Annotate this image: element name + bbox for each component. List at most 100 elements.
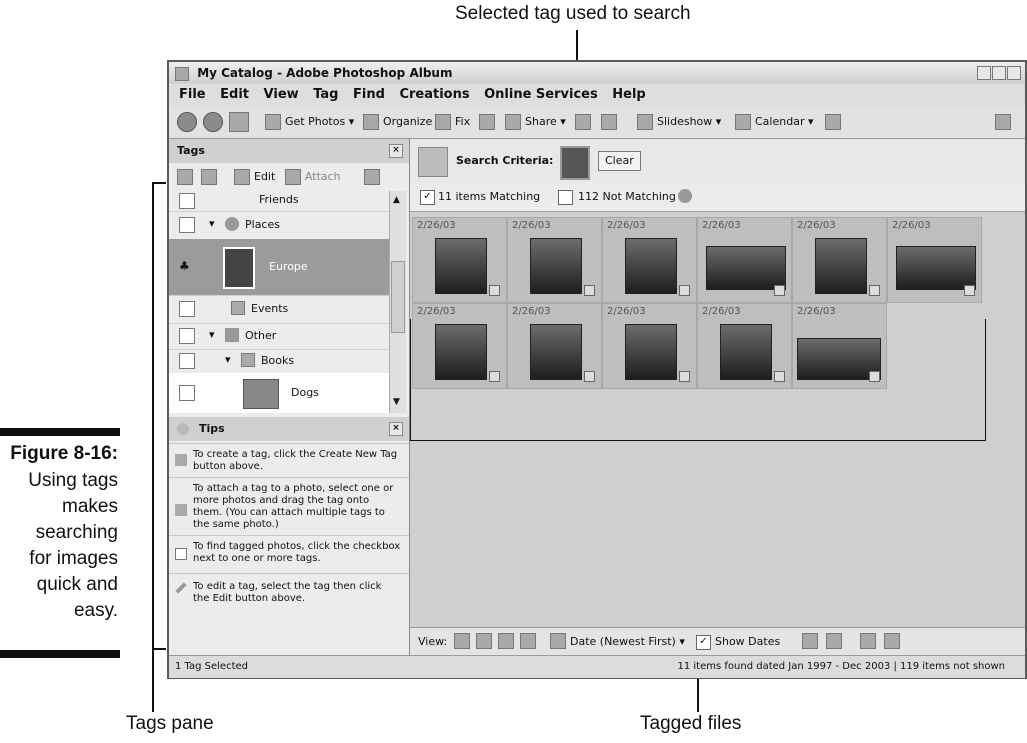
edit-tag-button[interactable]: Edit <box>254 170 275 183</box>
calendar-button[interactable]: Calendar ▾ <box>735 112 814 132</box>
tag-options-icon[interactable] <box>364 169 381 185</box>
slideshow-label: Slideshow <box>657 115 713 128</box>
expand-icon[interactable]: ▾ <box>209 328 215 341</box>
share-button[interactable]: Share ▾ <box>505 112 566 132</box>
help-button[interactable] <box>995 112 1015 132</box>
frame-button[interactable] <box>479 112 499 132</box>
tag-checkbox[interactable] <box>179 217 195 233</box>
details-view-icon[interactable] <box>520 633 536 649</box>
rotate-icon[interactable] <box>802 633 818 649</box>
medium-thumbnails-icon[interactable] <box>476 633 492 649</box>
menu-tag[interactable]: Tag <box>313 87 338 102</box>
tag-badge-icon <box>869 285 880 296</box>
tip-text: To create a tag, click the Create New Ta… <box>193 449 398 472</box>
sort-dropdown[interactable]: Date (Newest First) ▾ <box>570 635 685 648</box>
slideshow-button[interactable]: Slideshow ▾ <box>637 112 721 132</box>
fix-button[interactable]: Fix <box>435 112 470 132</box>
photo-thumbnail[interactable]: 2/26/03 <box>697 217 792 303</box>
tag-checkbox[interactable] <box>179 193 195 209</box>
small-thumbnails-icon[interactable] <box>454 633 470 649</box>
menu-find[interactable]: Find <box>353 87 385 102</box>
menu-edit[interactable]: Edit <box>220 87 249 102</box>
scroll-up-icon[interactable]: ▲ <box>393 195 400 205</box>
menu-file[interactable]: File <box>179 87 206 102</box>
home-button[interactable] <box>229 112 253 132</box>
menu-help[interactable]: Help <box>612 87 645 102</box>
print-button[interactable] <box>601 112 621 132</box>
close-icon[interactable] <box>1007 66 1021 80</box>
photo-thumbnail[interactable]: 2/26/03 <box>412 217 507 303</box>
title-bar: My Catalog - Adobe Photoshop Album <box>169 62 1025 84</box>
tag-checkbox[interactable] <box>179 301 195 317</box>
get-photos-button[interactable]: Get Photos ▾ <box>265 112 354 132</box>
expand-icon[interactable]: ▾ <box>225 353 231 366</box>
tags-pane-bracket-bottom <box>152 648 166 650</box>
photo-thumbnail[interactable]: 2/26/03 <box>792 217 887 303</box>
status-right: 11 items found dated Jan 1997 - Dec 2003… <box>677 661 1006 672</box>
tags-list: Friends ▾ Places ♣ Europe Events ▾ Other… <box>169 191 409 413</box>
large-thumbnails-icon[interactable] <box>498 633 514 649</box>
tag-row-friends[interactable]: Friends <box>169 191 389 212</box>
selected-tag-thumbnail[interactable] <box>560 146 590 180</box>
home-icon <box>229 112 249 132</box>
back-icon[interactable] <box>177 112 197 132</box>
tag-label: Friends <box>259 193 299 206</box>
photo-browser: Search Criteria: Clear ✓ 11 items Matchi… <box>410 139 1025 656</box>
maximize-icon[interactable] <box>992 66 1006 80</box>
binoculars-icon: ♣ <box>179 259 190 273</box>
photo-date: 2/26/03 <box>702 306 741 317</box>
other-icon <box>225 328 239 342</box>
minimize-icon[interactable] <box>977 66 991 80</box>
tag-label: Dogs <box>291 386 319 399</box>
tag-checkbox[interactable] <box>179 385 195 401</box>
photo-thumbnail[interactable]: 2/26/03 <box>602 217 697 303</box>
organize-button[interactable]: Organize <box>363 112 432 132</box>
menu-creations[interactable]: Creations <box>399 87 469 102</box>
trash-icon[interactable] <box>884 633 900 649</box>
scroll-thumb[interactable] <box>391 261 405 333</box>
tag-checkbox[interactable] <box>179 353 195 369</box>
close-icon[interactable]: × <box>389 144 403 158</box>
attach-icon <box>175 504 187 516</box>
menu-view[interactable]: View <box>264 87 299 102</box>
tag-badge-icon <box>774 285 785 296</box>
clear-button[interactable]: Clear <box>598 151 641 171</box>
tag-row-dogs[interactable]: Dogs <box>169 373 389 413</box>
photo-thumbnail[interactable]: 2/26/03 <box>507 217 602 303</box>
attach-tag-button[interactable]: Attach <box>305 170 341 183</box>
forward-icon[interactable] <box>203 112 223 132</box>
rotate-right-icon[interactable] <box>826 633 842 649</box>
stack-icon[interactable] <box>860 633 876 649</box>
tag-row-europe[interactable]: ♣ Europe <box>169 239 389 296</box>
figure-caption: Using tags makes searching for images qu… <box>0 468 118 624</box>
organize-label: Organize <box>383 115 433 128</box>
app-icon <box>175 66 189 81</box>
sort-label: Date (Newest First) <box>570 635 676 648</box>
tag-row-other[interactable]: ▾ Other <box>169 323 389 350</box>
tag-row-events[interactable]: Events <box>169 295 389 324</box>
photo-date: 2/26/03 <box>417 306 456 317</box>
email-button[interactable] <box>575 112 595 132</box>
tag-row-places[interactable]: ▾ Places <box>169 211 389 240</box>
scroll-down-icon[interactable]: ▼ <box>393 397 400 407</box>
expand-icon[interactable]: ▾ <box>209 217 215 230</box>
callout-selected-tag: Selected tag used to search <box>455 3 691 24</box>
info-icon[interactable] <box>678 189 692 203</box>
slideshow-icon <box>637 114 653 130</box>
delete-tag-icon[interactable] <box>200 169 217 185</box>
photo-thumbnail[interactable]: 2/26/03 <box>887 217 982 303</box>
tag-checkbox[interactable] <box>179 328 195 344</box>
matching-checkbox[interactable]: ✓ <box>420 190 435 205</box>
not-matching-checkbox[interactable] <box>558 190 573 205</box>
tag-badge-icon <box>489 285 500 296</box>
tip-attach: To attach a tag to a photo, select one o… <box>169 477 409 536</box>
new-tag-icon[interactable] <box>177 169 193 185</box>
tags-scrollbar[interactable]: ▲ ▼ <box>389 191 406 413</box>
close-icon[interactable]: × <box>389 422 403 436</box>
tag-row-books[interactable]: ▾ Books <box>169 349 389 374</box>
tag-view-button[interactable] <box>825 112 845 132</box>
tags-header: Tags × <box>169 139 409 163</box>
menu-online-services[interactable]: Online Services <box>484 87 598 102</box>
camera-icon <box>265 114 281 130</box>
show-dates-checkbox[interactable]: ✓ <box>696 635 711 650</box>
